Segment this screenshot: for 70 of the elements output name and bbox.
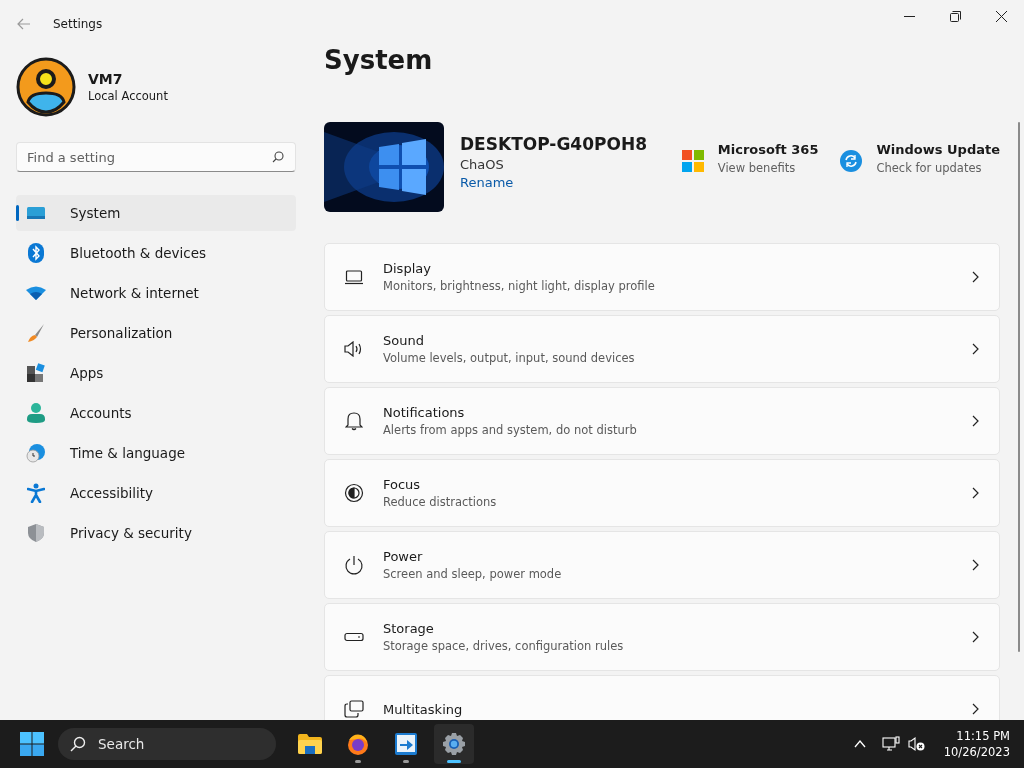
account-type: Local Account	[88, 89, 168, 103]
apps-icon	[26, 363, 46, 383]
window-title: Settings	[53, 17, 103, 31]
four-squares-icon	[681, 149, 704, 172]
wifi-icon	[26, 286, 46, 300]
bell-icon	[345, 411, 363, 431]
nav-item[interactable]: Apps	[16, 355, 296, 391]
nav-item[interactable]: Time & language	[16, 435, 296, 471]
search-icon	[70, 736, 86, 752]
folder-icon[interactable]	[297, 733, 323, 755]
taskbar-search-field[interactable]: Search	[58, 728, 276, 760]
chevron-right-icon	[972, 415, 979, 427]
device-name: DESKTOP-G40POH8	[460, 134, 647, 154]
settings-card[interactable]: Multitasking	[324, 675, 1000, 720]
settings-card[interactable]: Power Screen and sleep, power mode	[324, 531, 1000, 599]
settings-card[interactable]: Storage Storage space, drives, configuration rules	[324, 603, 1000, 671]
person-icon	[27, 403, 45, 423]
chevron-right-icon	[972, 271, 979, 283]
laptop-icon	[344, 269, 364, 285]
nav-item[interactable]: Bluetooth & devices	[16, 235, 296, 271]
scrollbar[interactable]	[1018, 122, 1020, 652]
gear-icon[interactable]	[442, 732, 466, 756]
taskbar-app[interactable]	[434, 724, 474, 764]
quick-link[interactable]: Windows Update Check for updates	[840, 141, 1000, 175]
search-icon	[272, 151, 284, 163]
settings-card[interactable]: Sound Volume levels, output, input, sound devices	[324, 315, 1000, 383]
drive-icon	[344, 632, 364, 642]
avatar-icon	[16, 57, 76, 117]
user-name: VM7	[88, 71, 124, 87]
close-icon	[995, 10, 1007, 22]
windows-stack-icon	[344, 700, 364, 718]
clock-date[interactable]: 10/26/2023	[943, 744, 1010, 760]
chevron-right-icon	[972, 703, 979, 715]
settings-card[interactable]: Focus Reduce distractions	[324, 459, 1000, 527]
chevron-right-icon	[972, 487, 979, 499]
page-title: System	[324, 46, 434, 74]
bluetooth-icon	[28, 243, 44, 263]
nav-item[interactable]: Accounts	[16, 395, 296, 431]
nav-item[interactable]: Privacy & security	[16, 515, 296, 551]
transfer-app-icon[interactable]	[394, 732, 418, 756]
accessibility-icon	[27, 483, 45, 503]
settings-card[interactable]: Display Monitors, brightness, night light, display profile	[324, 243, 1000, 311]
os-name: ChaOS	[460, 157, 505, 172]
chevron-right-icon	[972, 343, 979, 355]
nav-item[interactable]: Personalization	[16, 315, 296, 351]
settings-card[interactable]: Notifications Alerts from apps and system, do not disturb	[324, 387, 1000, 455]
paintbrush-icon	[26, 323, 46, 343]
monitor-icon	[26, 205, 46, 221]
speaker-icon	[344, 341, 364, 357]
back-arrow-icon[interactable]	[17, 18, 31, 30]
nav-item[interactable]: Accessibility	[16, 475, 296, 511]
speaker-muted-icon[interactable]	[907, 736, 926, 752]
network-monitor-icon[interactable]	[881, 736, 900, 752]
focus-icon	[344, 483, 364, 503]
restore-icon	[949, 10, 961, 22]
globe-clock-icon	[26, 443, 46, 463]
rename-link[interactable]: Rename	[460, 175, 647, 190]
shield-icon	[27, 523, 45, 543]
chevron-right-icon	[972, 631, 979, 643]
nav-item[interactable]: System	[16, 195, 296, 231]
power-icon	[344, 555, 364, 575]
clock-time[interactable]: 11:15 PM	[956, 728, 1010, 744]
windows-logo-icon[interactable]	[20, 732, 44, 756]
sync-icon	[840, 149, 863, 172]
setting-search-field[interactable]: Find a setting	[16, 142, 296, 172]
browser-icon[interactable]	[346, 732, 370, 756]
chevron-right-icon	[972, 559, 979, 571]
quick-link[interactable]: Microsoft 365 View benefits	[681, 141, 819, 175]
chevron-up-icon[interactable]	[853, 740, 866, 748]
nav-item[interactable]: Network & internet	[16, 275, 296, 311]
